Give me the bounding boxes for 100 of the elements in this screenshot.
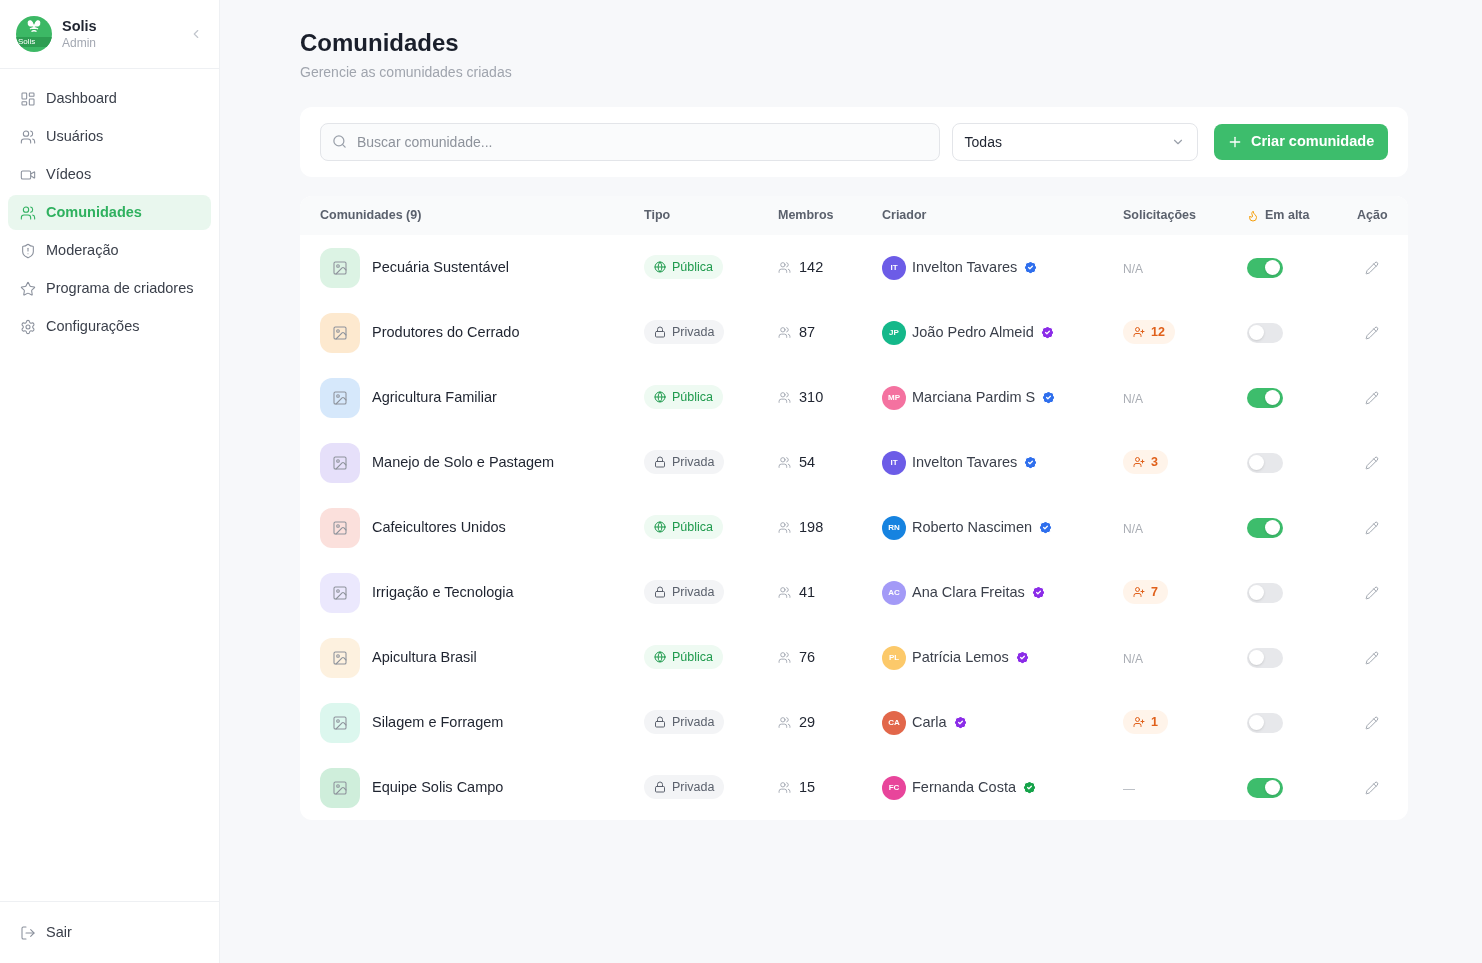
users-icon	[778, 391, 791, 404]
requests-text: N/A	[1123, 651, 1143, 666]
creator-name: Patrícia Lemos	[912, 647, 1009, 667]
members-count: 87	[799, 322, 816, 342]
image-icon	[332, 649, 348, 666]
type-badge: Privada	[644, 450, 725, 474]
column-header: Ação	[1357, 207, 1388, 225]
globe-icon	[654, 521, 666, 533]
members-count: 310	[799, 387, 824, 407]
trending-toggle[interactable]	[1247, 777, 1283, 798]
lock-icon	[654, 781, 666, 793]
edit-icon[interactable]	[1365, 585, 1380, 600]
type-badge: Pública	[644, 255, 723, 279]
edit-icon[interactable]	[1365, 520, 1380, 535]
users-icon	[778, 261, 791, 274]
users-icon	[778, 781, 791, 794]
users-icon	[778, 456, 791, 469]
trending-toggle[interactable]	[1247, 452, 1283, 473]
creator-name: Carla	[912, 712, 947, 732]
type-badge: Privada	[644, 580, 725, 604]
shield-icon	[20, 242, 36, 259]
logout-button[interactable]: Sair	[20, 921, 72, 944]
logout-icon	[20, 924, 36, 941]
requests-badge: 3	[1123, 450, 1168, 474]
search-field[interactable]: Buscar comunidade...	[320, 123, 940, 161]
members-count: 142	[799, 257, 824, 277]
creator-name: Invelton Tavares	[912, 452, 1018, 472]
edit-icon[interactable]	[1365, 780, 1380, 795]
user-plus-icon	[1133, 456, 1145, 468]
trending-toggle[interactable]	[1247, 387, 1283, 408]
edit-icon[interactable]	[1365, 455, 1380, 470]
sidebar-item[interactable]: Vídeos	[8, 157, 211, 192]
users-icon	[778, 326, 791, 339]
flame-icon	[1247, 209, 1259, 222]
type-badge: Pública	[644, 385, 723, 409]
page-subtitle: Gerencie as comunidades criadas	[300, 63, 513, 82]
trending-toggle[interactable]	[1247, 322, 1283, 343]
requests-badge: 7	[1123, 580, 1168, 604]
trending-toggle[interactable]	[1247, 582, 1283, 603]
requests-text: N/A	[1123, 261, 1143, 276]
page-title: Comunidades	[300, 28, 460, 58]
sidebar-item[interactable]: Moderação	[8, 233, 211, 268]
column-header: Criador	[882, 207, 927, 225]
members-count: 76	[799, 647, 816, 667]
edit-icon[interactable]	[1365, 650, 1380, 665]
requests-text: —	[1123, 781, 1135, 796]
edit-icon[interactable]	[1365, 325, 1380, 340]
sidebar-item[interactable]: Dashboard	[8, 81, 211, 116]
requests-text: N/A	[1123, 521, 1143, 536]
requests-text: N/A	[1123, 391, 1143, 406]
trending-toggle[interactable]	[1247, 257, 1283, 278]
community-name: Cafeicultores Unidos	[372, 517, 506, 537]
column-header: Membros	[778, 207, 834, 225]
star-icon	[20, 280, 36, 297]
sidebar-item[interactable]: Usuários	[8, 119, 211, 154]
filter-select[interactable]: Todas	[951, 123, 1198, 161]
image-icon	[332, 779, 348, 796]
brand-name: Solis	[62, 17, 98, 36]
creator-name: Roberto Nascimen	[912, 517, 1033, 537]
lock-icon	[654, 716, 666, 728]
members-count: 15	[799, 777, 816, 797]
sidebar-item[interactable]: Programa de criadores	[8, 271, 211, 306]
lock-icon	[654, 586, 666, 598]
users-icon	[778, 716, 791, 729]
trending-toggle[interactable]	[1247, 517, 1283, 538]
edit-icon[interactable]	[1365, 715, 1380, 730]
user-plus-icon	[1133, 326, 1145, 338]
type-badge: Pública	[644, 515, 723, 539]
logo-text: Solis	[16, 37, 52, 47]
creator-name: Ana Clara Freitas	[912, 582, 1025, 602]
trending-toggle[interactable]	[1247, 647, 1283, 668]
requests-badge: 1	[1123, 710, 1168, 734]
avatar: RN	[882, 515, 906, 540]
creator-name: Marciana Pardim S	[912, 387, 1036, 407]
edit-icon[interactable]	[1365, 260, 1380, 275]
type-badge: Pública	[644, 645, 723, 669]
avatar: PL	[882, 645, 906, 670]
members-count: 198	[799, 517, 824, 537]
avatar: FC	[882, 775, 906, 800]
avatar: MP	[882, 385, 906, 410]
creator-name: João Pedro Almeid	[912, 322, 1034, 342]
column-header: Solicitações	[1123, 207, 1196, 225]
column-header: Em alta	[1265, 207, 1310, 225]
user-plus-icon	[1133, 716, 1145, 728]
image-icon	[332, 454, 348, 471]
community-name: Apicultura Brasil	[372, 647, 477, 667]
type-badge: Privada	[644, 320, 725, 344]
users-icon	[778, 651, 791, 664]
globe-icon	[654, 261, 666, 273]
sidebar-item[interactable]: Configurações	[8, 309, 211, 344]
users-icon	[20, 204, 36, 221]
edit-icon[interactable]	[1365, 390, 1380, 405]
avatar: IT	[882, 255, 906, 280]
brand-role: Admin	[62, 35, 97, 51]
community-name: Pecuária Sustentável	[372, 257, 510, 277]
avatar: IT	[882, 450, 906, 475]
users-icon	[778, 521, 791, 534]
members-count: 54	[799, 452, 816, 472]
trending-toggle[interactable]	[1247, 712, 1283, 733]
avatar: AC	[882, 580, 906, 605]
